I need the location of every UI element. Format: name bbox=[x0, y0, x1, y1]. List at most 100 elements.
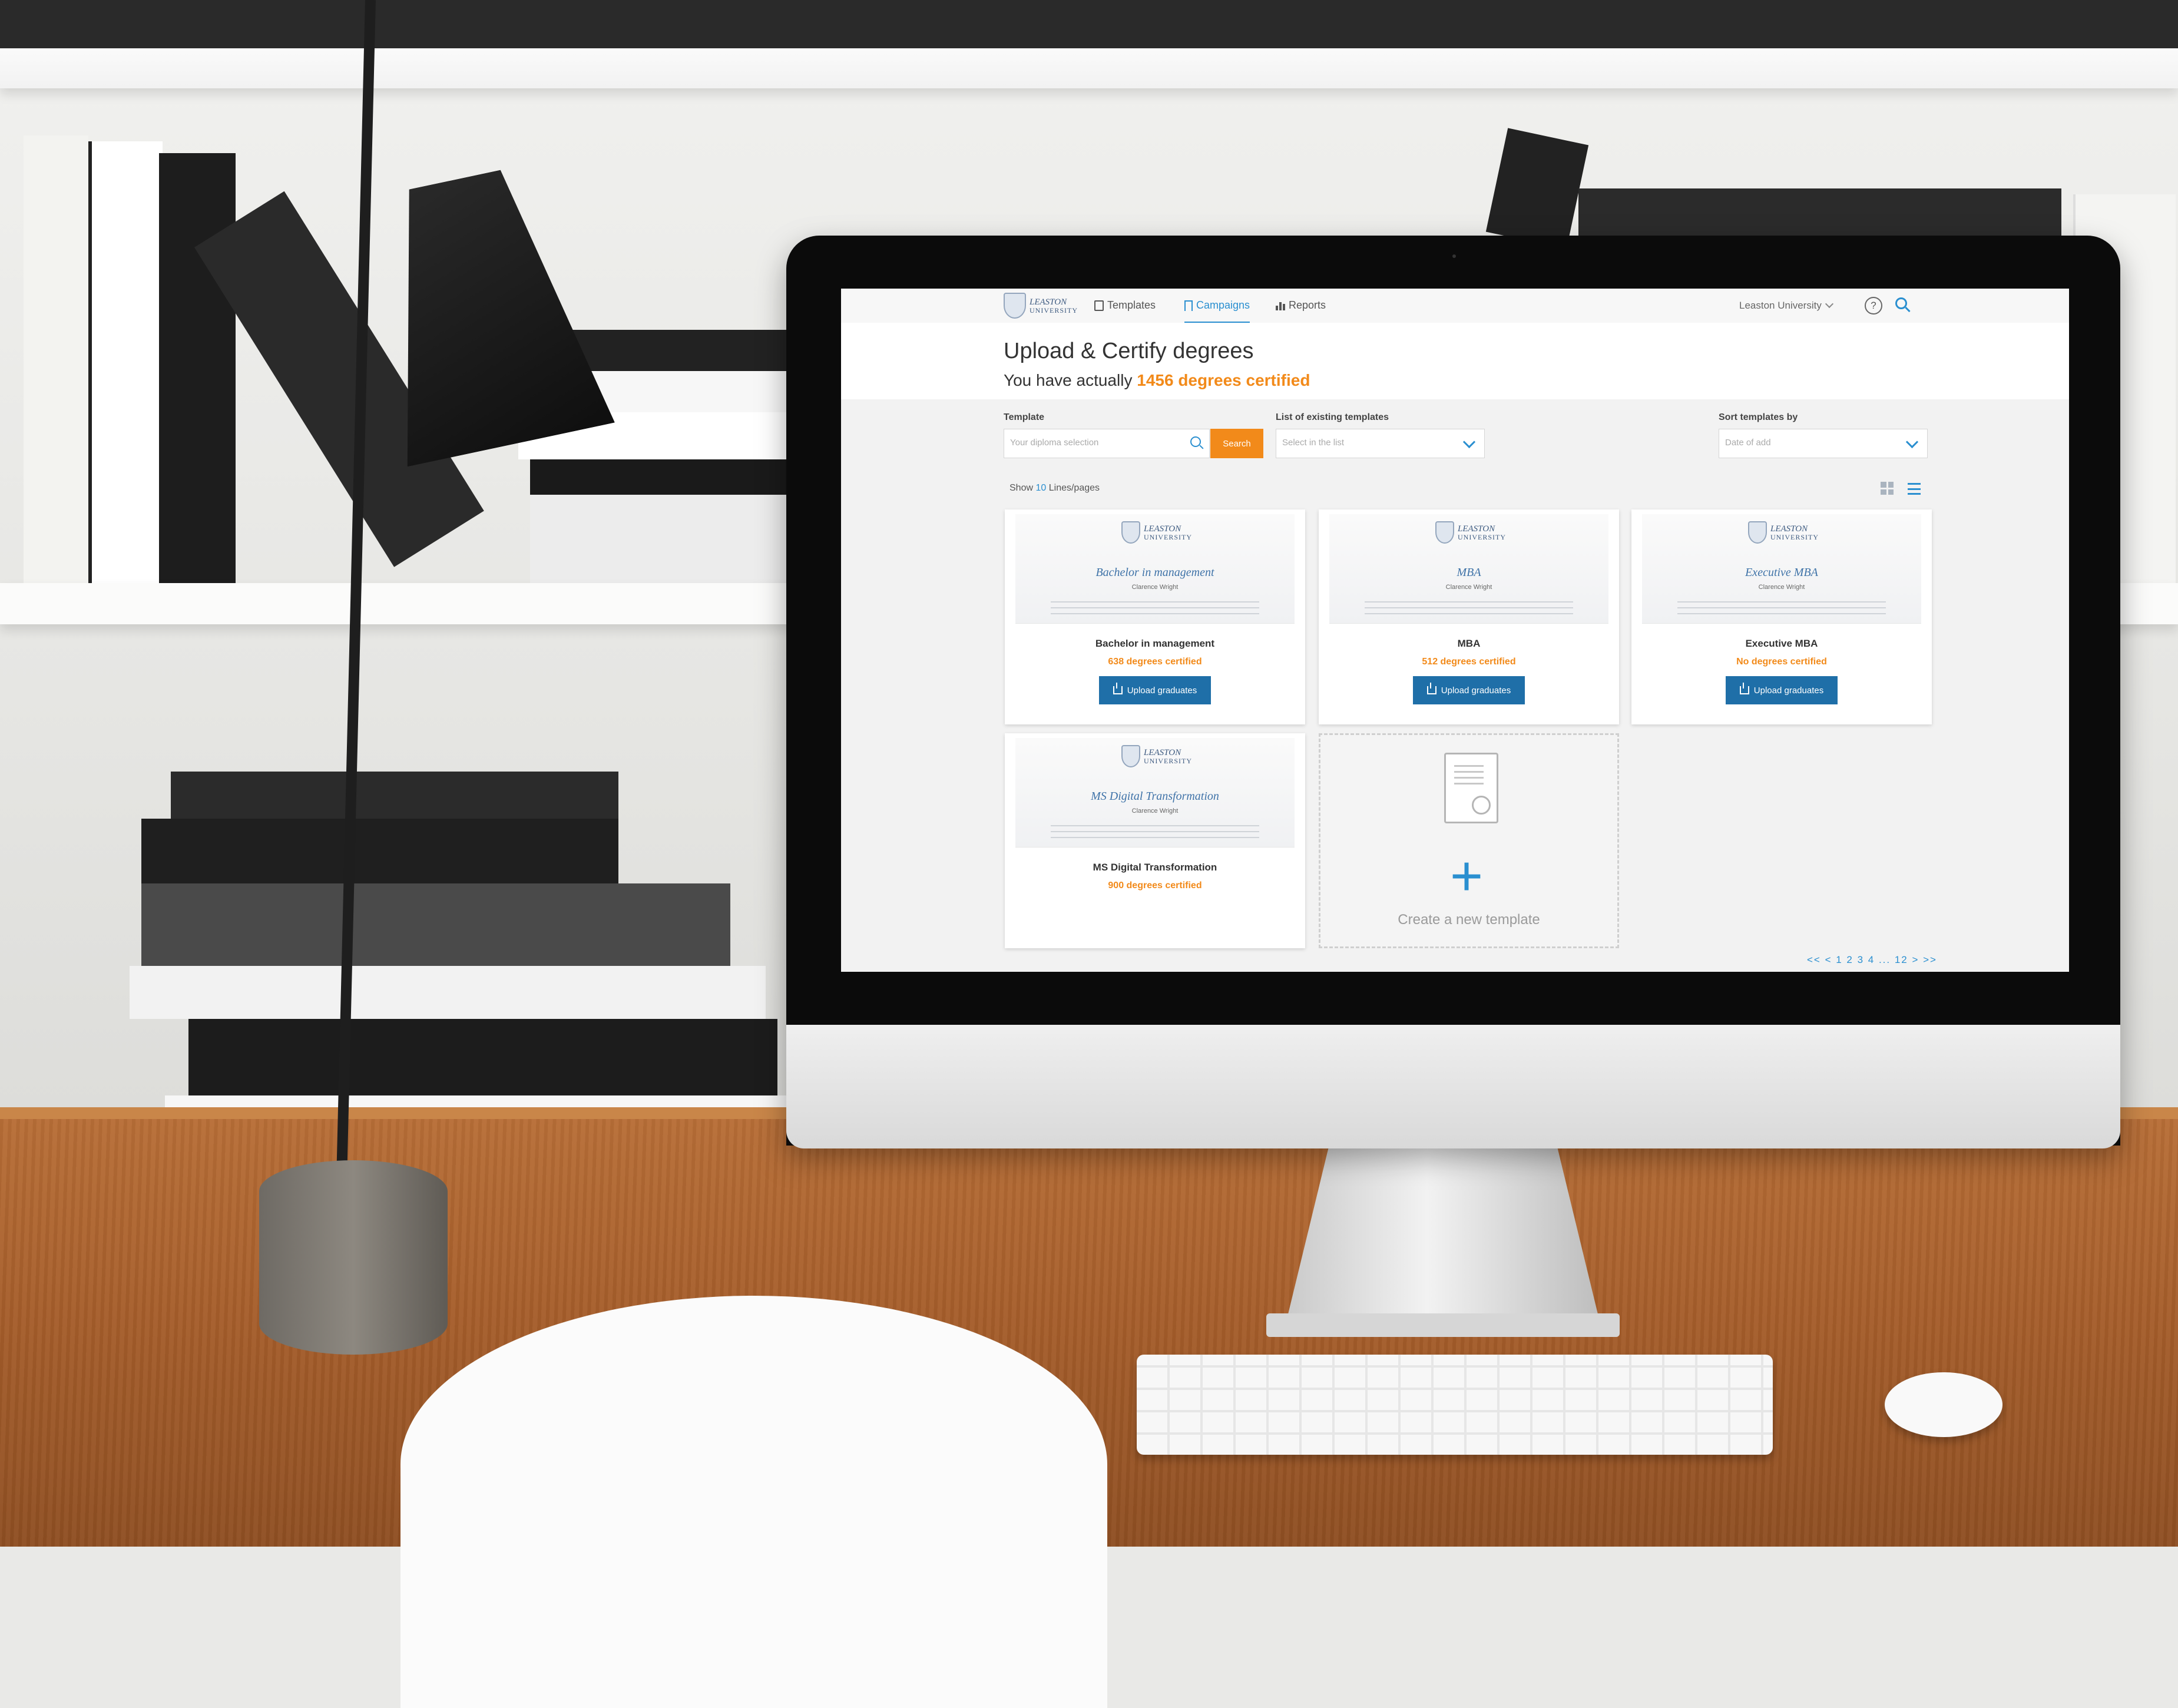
template-card[interactable]: LEASTON UNIVERSITY Executive MBA Clarence… bbox=[1631, 509, 1932, 724]
logo-text: LEASTON UNIVERSITY bbox=[1458, 524, 1506, 541]
bookmark-icon bbox=[1184, 300, 1193, 311]
chevron-down-icon bbox=[1905, 435, 1919, 449]
help-icon[interactable]: ? bbox=[1865, 297, 1882, 315]
logo-line2: UNIVERSITY bbox=[1144, 756, 1192, 765]
book-pile-desk bbox=[130, 966, 766, 1019]
keyboard bbox=[1137, 1355, 1773, 1455]
upload-graduates-button[interactable]: Upload graduates bbox=[1726, 676, 1838, 704]
diploma-thumbnail: LEASTON UNIVERSITY MBA Clarence Wright bbox=[1329, 514, 1608, 624]
organization-name: Leaston University bbox=[1739, 300, 1822, 311]
diploma-person: Clarence Wright bbox=[1131, 584, 1179, 591]
logo-text: LEASTON UNIVERSITY bbox=[1144, 524, 1192, 541]
create-template-card[interactable]: + Create a new template bbox=[1319, 733, 1619, 948]
bar-chart-icon bbox=[1276, 301, 1285, 310]
nav-item-templates[interactable]: Templates bbox=[1094, 299, 1156, 312]
nav-item-label: Reports bbox=[1289, 299, 1326, 311]
diploma-degree: Bachelor in management bbox=[1095, 566, 1214, 579]
chevron-down-icon bbox=[1825, 299, 1833, 309]
nav-item-label: Templates bbox=[1107, 299, 1156, 311]
page-title: Upload & Certify degrees bbox=[1004, 339, 1254, 363]
sort-select[interactable]: Date of add bbox=[1719, 429, 1928, 458]
nav-item-reports[interactable]: Reports bbox=[1276, 299, 1326, 312]
logo-line2: UNIVERSITY bbox=[1770, 532, 1819, 541]
mouse bbox=[1885, 1372, 2002, 1437]
template-search-input[interactable]: Your diploma selection bbox=[1004, 429, 1210, 458]
diploma-degree: MBA bbox=[1457, 566, 1481, 579]
document-icon bbox=[1094, 300, 1104, 311]
logo-line2: UNIVERSITY bbox=[1458, 532, 1506, 541]
shield-icon bbox=[1435, 521, 1454, 544]
university-logo: LEASTON UNIVERSITY bbox=[1748, 521, 1819, 544]
organization-dropdown[interactable]: Leaston University bbox=[1739, 299, 1833, 312]
book-pile-desk bbox=[141, 883, 730, 966]
shield-icon bbox=[1121, 521, 1140, 544]
card-title: MBA bbox=[1457, 638, 1481, 649]
existing-templates-label: List of existing templates bbox=[1276, 412, 1389, 422]
shield-icon bbox=[1004, 293, 1026, 319]
middle-shelf bbox=[0, 583, 825, 624]
upload-graduates-button[interactable]: Upload graduates bbox=[1099, 676, 1211, 704]
logo-line1: LEASTON bbox=[1770, 524, 1808, 534]
lines-per-page[interactable]: Show 10 Lines/pages bbox=[1009, 483, 1100, 494]
shield-icon bbox=[1748, 521, 1767, 544]
template-label: Template bbox=[1004, 412, 1045, 422]
list-view-icon[interactable] bbox=[1908, 483, 1921, 495]
card-certified-count: 512 degrees certified bbox=[1422, 657, 1516, 667]
imac-stand-foot bbox=[1266, 1313, 1620, 1337]
top-nav: LEASTON UNIVERSITY Templates Campaigns R… bbox=[841, 289, 2069, 323]
summary-suffix: degrees certified bbox=[1178, 371, 1310, 389]
top-shelf bbox=[0, 0, 2178, 88]
chair bbox=[400, 1296, 1107, 1708]
certified-count: 1456 bbox=[1137, 371, 1174, 389]
book-stack-mid bbox=[530, 495, 795, 583]
shield-icon bbox=[1121, 745, 1140, 767]
existing-templates-select[interactable]: Select in the list bbox=[1276, 429, 1485, 458]
logo-line2: UNIVERSITY bbox=[1144, 532, 1192, 541]
book-stack-mid bbox=[577, 371, 801, 412]
grid-view-icon[interactable] bbox=[1881, 482, 1894, 495]
card-certified-count: 638 degrees certified bbox=[1108, 657, 1202, 667]
logo-line2: UNIVERSITY bbox=[1030, 306, 1078, 315]
nav-item-campaigns[interactable]: Campaigns bbox=[1184, 299, 1250, 323]
upload-icon bbox=[1426, 683, 1436, 694]
diploma-thumbnail: LEASTON UNIVERSITY MS Digital Transformat… bbox=[1015, 738, 1295, 848]
upload-button-label: Upload graduates bbox=[1441, 685, 1511, 696]
template-card[interactable]: LEASTON UNIVERSITY Bachelor in management… bbox=[1005, 509, 1305, 724]
book-pile-desk bbox=[171, 772, 618, 819]
diploma-degree: Executive MBA bbox=[1745, 566, 1818, 579]
book-stack-right bbox=[1578, 188, 2061, 236]
nav-item-label: Campaigns bbox=[1196, 299, 1250, 311]
show-label: Show bbox=[1009, 483, 1034, 493]
template-card[interactable]: LEASTON UNIVERSITY MS Digital Transformat… bbox=[1005, 733, 1305, 948]
diploma-person: Clarence Wright bbox=[1445, 584, 1492, 591]
university-logo: LEASTON UNIVERSITY bbox=[1121, 521, 1192, 544]
search-button[interactable]: Search bbox=[1210, 429, 1263, 458]
card-title: Executive MBA bbox=[1745, 638, 1818, 649]
book-stack-mid bbox=[530, 459, 795, 495]
diploma-text-lines bbox=[1051, 601, 1259, 614]
search-icon[interactable] bbox=[1895, 297, 1907, 309]
template-card[interactable]: LEASTON UNIVERSITY MBA Clarence Wright MB… bbox=[1319, 509, 1619, 724]
book-pile-desk bbox=[188, 1019, 777, 1095]
logo-text: LEASTON UNIVERSITY bbox=[1030, 297, 1078, 315]
magnifier-icon bbox=[1190, 436, 1201, 447]
imac-camera bbox=[1452, 254, 1456, 258]
book-stack-left bbox=[24, 135, 88, 589]
diploma-text-lines bbox=[1677, 601, 1886, 614]
lines-count: 10 bbox=[1035, 483, 1047, 493]
card-title: Bachelor in management bbox=[1095, 638, 1215, 649]
logo-line1: LEASTON bbox=[1144, 524, 1181, 534]
upload-graduates-button[interactable]: Upload graduates bbox=[1413, 676, 1525, 704]
summary-prefix: You have actually bbox=[1004, 371, 1133, 389]
book-stack-left bbox=[159, 153, 236, 589]
lines-suffix: Lines/pages bbox=[1048, 483, 1100, 493]
logo-line1: LEASTON bbox=[1144, 747, 1181, 757]
university-logo[interactable]: LEASTON UNIVERSITY bbox=[1004, 293, 1080, 319]
card-title: MS Digital Transformation bbox=[1093, 862, 1217, 873]
pagination[interactable]: << < 1 2 3 4 ... 12 > >> bbox=[1807, 954, 1937, 966]
app-screen: LEASTON UNIVERSITY Templates Campaigns R… bbox=[841, 289, 2069, 972]
diploma-person: Clarence Wright bbox=[1758, 584, 1805, 591]
diploma-thumbnail: LEASTON UNIVERSITY Bachelor in management… bbox=[1015, 514, 1295, 624]
lamp-base bbox=[259, 1160, 448, 1355]
logo-line1: LEASTON bbox=[1030, 297, 1067, 307]
